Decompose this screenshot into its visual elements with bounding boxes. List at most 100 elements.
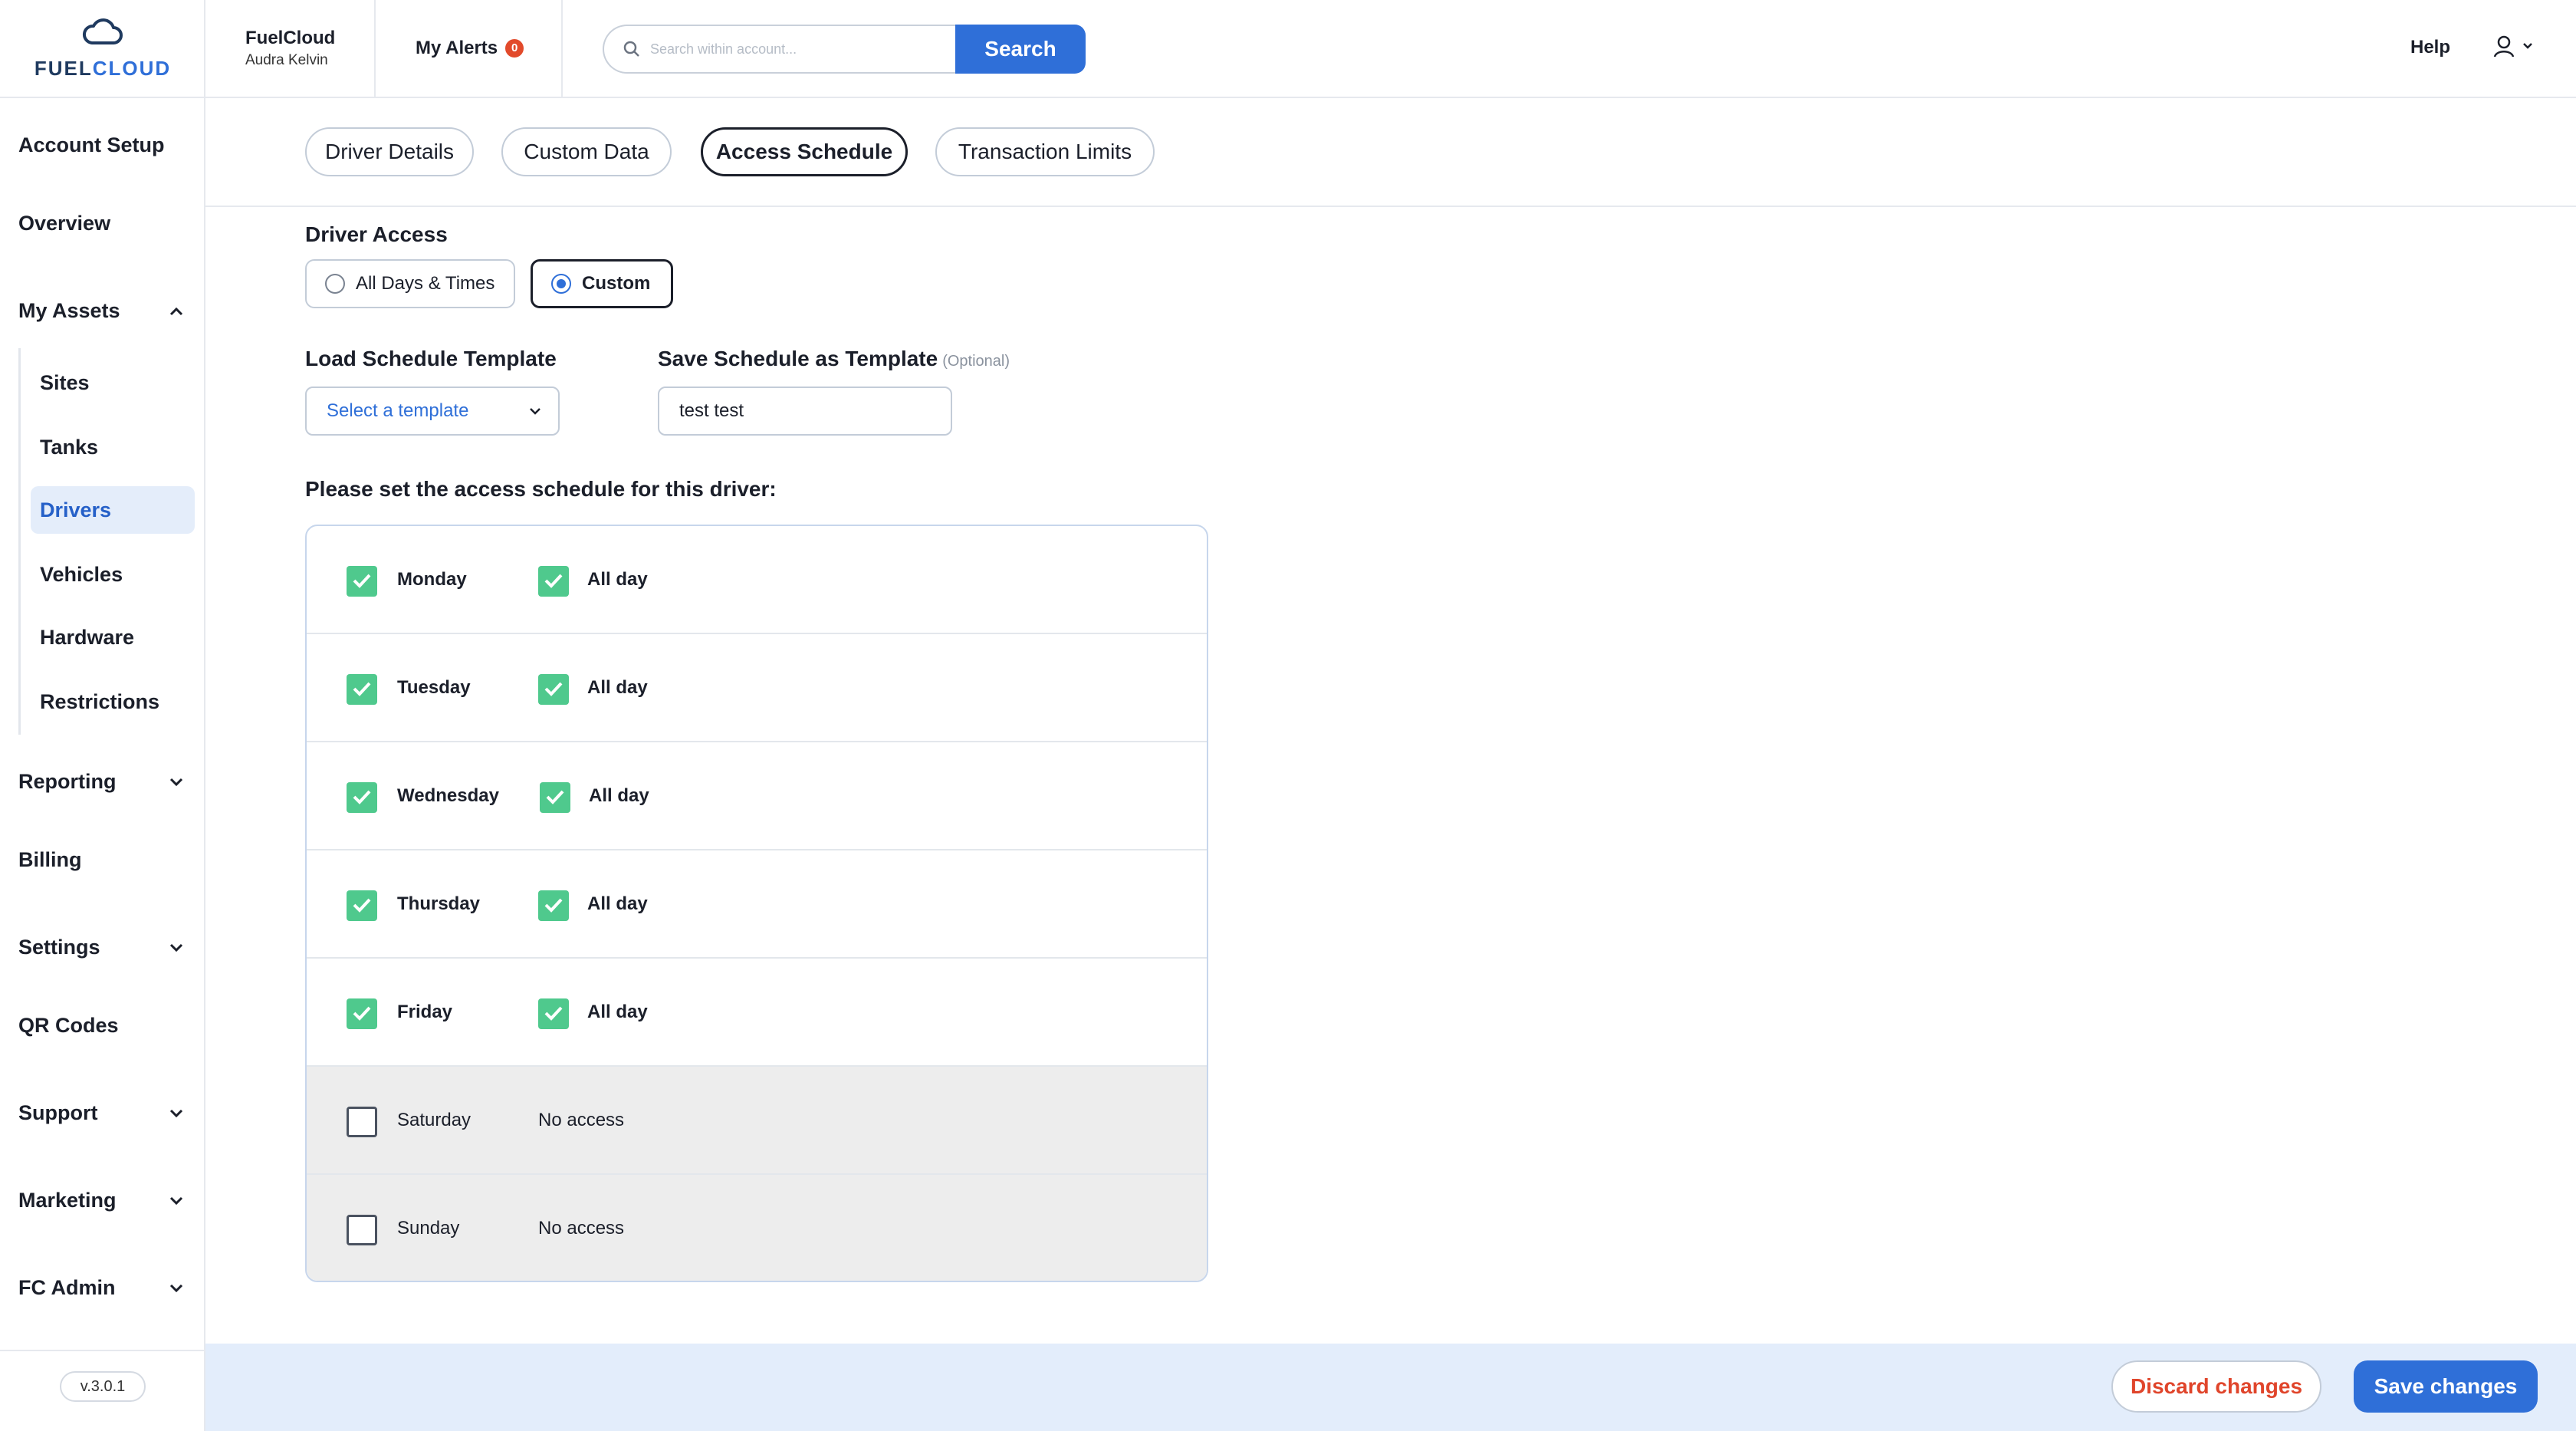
check-icon xyxy=(546,790,564,804)
nav-account-setup[interactable]: Account Setup xyxy=(18,133,187,157)
day-label: Saturday xyxy=(397,1110,472,1130)
load-template-label: Load Schedule Template xyxy=(305,347,557,370)
optional-hint: (Optional) xyxy=(942,353,1010,370)
tab-access-schedule[interactable]: Access Schedule xyxy=(701,127,908,176)
chevron-down-icon xyxy=(166,1190,187,1212)
chevron-up-icon xyxy=(166,301,187,322)
schedule-row-monday: Monday All day xyxy=(307,526,1207,634)
account-name: FuelCloud xyxy=(245,28,336,48)
logo-text: FUELCLOUD xyxy=(34,57,172,80)
all-day-label: All day xyxy=(589,785,649,806)
sidebar-item-restrictions[interactable]: Restrictions xyxy=(31,678,195,725)
nav-fc-admin[interactable]: FC Admin xyxy=(18,1276,187,1300)
all-day-checkbox[interactable] xyxy=(538,998,569,1029)
tab-transaction-limits[interactable]: Transaction Limits xyxy=(935,127,1155,176)
schedule-row-tuesday: Tuesday All day xyxy=(307,634,1207,742)
sidebar-item-vehicles[interactable]: Vehicles xyxy=(31,551,195,598)
check-icon xyxy=(353,574,371,588)
schedule-row-sunday: Sunday No access xyxy=(307,1175,1207,1281)
nav-marketing[interactable]: Marketing xyxy=(18,1189,187,1212)
day-checkbox[interactable] xyxy=(347,1107,377,1137)
nav-qr-codes[interactable]: QR Codes xyxy=(18,1014,187,1038)
nav-my-assets[interactable]: My Assets xyxy=(18,299,187,323)
all-day-checkbox[interactable] xyxy=(538,674,569,705)
schedule-row-saturday: Saturday No access xyxy=(307,1067,1207,1175)
day-label: Thursday xyxy=(397,893,481,914)
day-checkbox[interactable] xyxy=(347,566,377,597)
template-name-input[interactable] xyxy=(658,387,952,436)
chevron-down-icon xyxy=(530,408,540,415)
action-bar: Discard changes Save changes xyxy=(205,1344,2576,1431)
chevron-down-icon xyxy=(166,1103,187,1124)
account-switcher[interactable]: FuelCloud Audra Kelvin xyxy=(205,0,376,97)
day-label: Monday xyxy=(397,569,467,590)
tabs-bar: Driver Details Custom Data Access Schedu… xyxy=(205,98,2576,207)
radio-custom[interactable]: Custom xyxy=(531,259,673,308)
search-box[interactable] xyxy=(603,25,955,74)
user-icon xyxy=(2493,35,2515,58)
all-day-checkbox[interactable] xyxy=(538,566,569,597)
day-checkbox[interactable] xyxy=(347,674,377,705)
chevron-down-icon xyxy=(166,937,187,959)
search-input[interactable] xyxy=(650,41,941,58)
sidebar: FUELCLOUD Account Setup Overview My Asse… xyxy=(0,0,205,1431)
alerts-label: My Alerts xyxy=(416,38,498,58)
schedule-row-thursday: Thursday All day xyxy=(307,850,1207,959)
day-label: Sunday xyxy=(397,1218,460,1239)
schedule-row-wednesday: Wednesday All day xyxy=(307,742,1207,850)
radio-label: Custom xyxy=(582,273,651,294)
all-day-label: All day xyxy=(587,893,648,914)
search-button[interactable]: Search xyxy=(955,25,1086,74)
chevron-down-icon xyxy=(2523,43,2532,49)
all-day-checkbox[interactable] xyxy=(540,782,570,813)
version-badge: v.3.0.1 xyxy=(60,1371,146,1402)
all-day-checkbox[interactable] xyxy=(538,890,569,921)
save-changes-button[interactable]: Save changes xyxy=(2354,1360,2538,1413)
day-label: Friday xyxy=(397,1002,453,1022)
check-icon xyxy=(353,682,371,696)
sidebar-footer: v.3.0.1 xyxy=(0,1350,205,1431)
tab-custom-data[interactable]: Custom Data xyxy=(501,127,672,176)
tab-driver-details[interactable]: Driver Details xyxy=(305,127,474,176)
day-label: Wednesday xyxy=(397,785,499,806)
sidebar-item-drivers[interactable]: Drivers xyxy=(31,486,195,534)
check-icon xyxy=(544,682,563,696)
all-day-label: All day xyxy=(587,1002,648,1022)
no-access-label: No access xyxy=(538,1218,625,1239)
day-label: Tuesday xyxy=(397,677,471,698)
logo[interactable]: FUELCLOUD xyxy=(0,0,205,98)
user-name: Audra Kelvin xyxy=(245,52,328,68)
top-header: FuelCloud Audra Kelvin My Alerts 0 Searc… xyxy=(205,0,2576,98)
nav-billing[interactable]: Billing xyxy=(18,848,187,872)
template-select-value: Select a template xyxy=(327,400,469,421)
discard-changes-button[interactable]: Discard changes xyxy=(2111,1360,2321,1413)
radio-button-selected xyxy=(551,274,571,294)
nav-settings[interactable]: Settings xyxy=(18,936,187,959)
day-checkbox[interactable] xyxy=(347,1215,377,1245)
check-icon xyxy=(353,790,371,804)
schedule-row-friday: Friday All day xyxy=(307,959,1207,1067)
search-icon xyxy=(623,41,639,57)
user-menu[interactable] xyxy=(2492,34,2533,58)
nav-overview[interactable]: Overview xyxy=(18,212,187,235)
schedule-table: Monday All day Tuesday All day Wednesday… xyxy=(305,525,1208,1282)
check-icon xyxy=(544,898,563,913)
check-icon xyxy=(353,1006,371,1021)
schedule-prompt: Please set the access schedule for this … xyxy=(305,477,777,501)
nav-reporting[interactable]: Reporting xyxy=(18,770,187,794)
help-link[interactable]: Help xyxy=(2410,37,2450,58)
sidebar-item-sites[interactable]: Sites xyxy=(31,359,195,406)
sidebar-item-hardware[interactable]: Hardware xyxy=(31,614,195,661)
day-checkbox[interactable] xyxy=(347,998,377,1029)
day-checkbox[interactable] xyxy=(347,890,377,921)
save-template-label: Save Schedule as Template (Optional) xyxy=(658,347,1010,371)
chevron-down-icon xyxy=(166,771,187,793)
nav-support[interactable]: Support xyxy=(18,1101,187,1125)
template-select[interactable]: Select a template xyxy=(305,387,560,436)
cloud-logo-icon xyxy=(82,18,123,44)
my-alerts-button[interactable]: My Alerts 0 xyxy=(376,0,563,97)
day-checkbox[interactable] xyxy=(347,782,377,813)
sidebar-item-tanks[interactable]: Tanks xyxy=(31,423,195,471)
radio-all-days[interactable]: All Days & Times xyxy=(305,259,515,308)
save-template-text: Save Schedule as Template xyxy=(658,347,938,370)
